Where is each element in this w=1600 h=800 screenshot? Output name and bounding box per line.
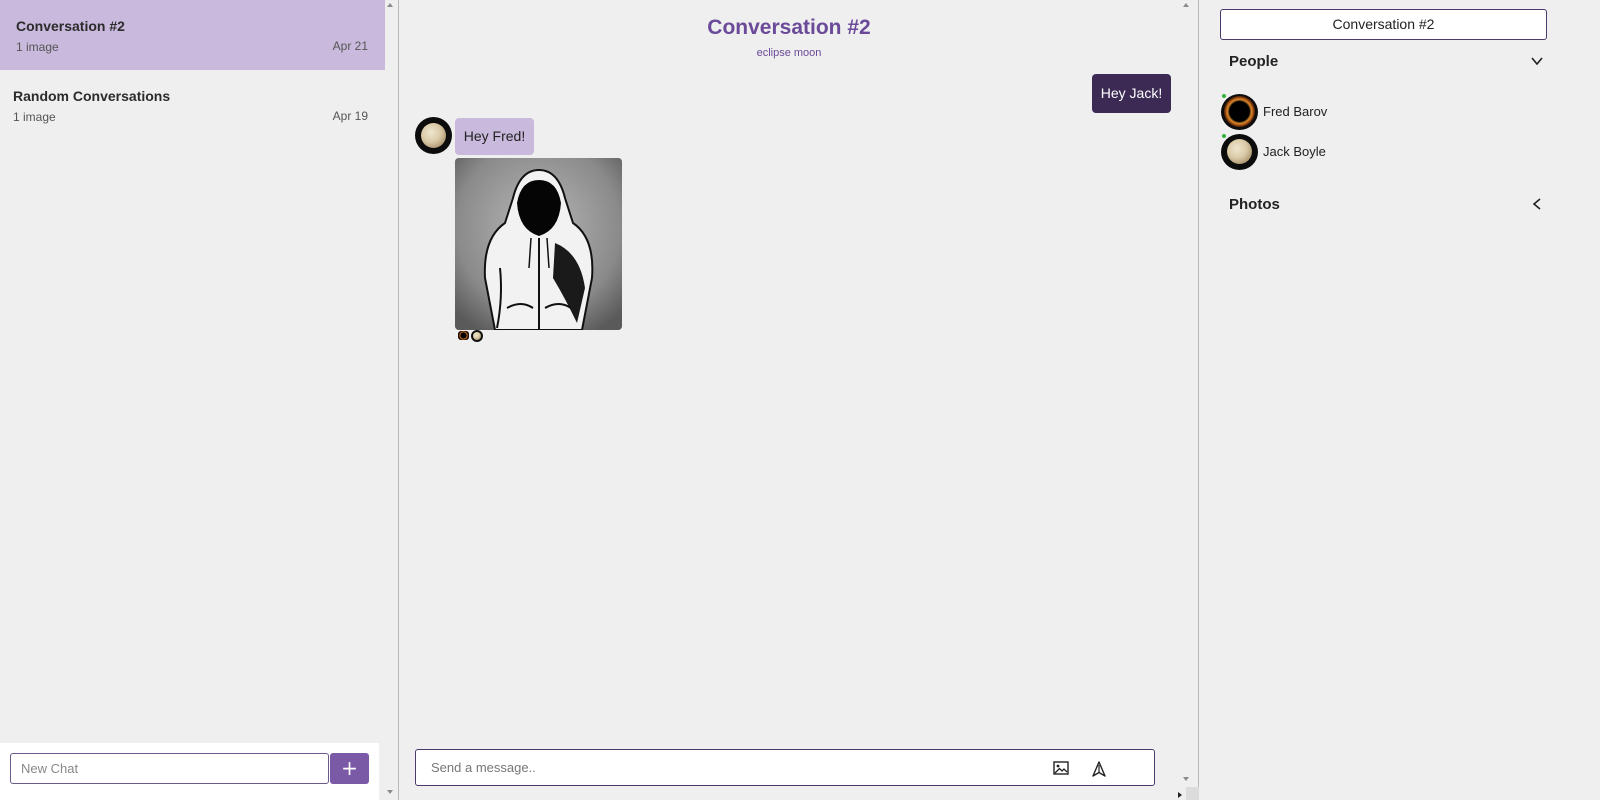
outgoing-message: Hey Jack! [1092,74,1171,113]
avatar [1221,94,1258,130]
sender-avatar[interactable] [415,117,452,154]
online-status-dot [1222,94,1226,98]
chevron-down-icon[interactable] [1530,54,1544,68]
moon-avatar-image [473,332,481,340]
send-icon[interactable] [1091,761,1107,777]
new-chat-bar: + [0,743,379,800]
seen-by-eclipse-avatar [458,331,469,340]
conversation-subtitle: 1 image [13,110,56,124]
conversation-title: Conversation #2 [16,18,125,34]
conversation-details-panel: Conversation #2 People Fred Barov Jack B… [1200,0,1600,800]
message-photo[interactable] [455,158,622,330]
new-chat-input[interactable] [10,753,329,784]
conversation-title: Random Conversations [13,88,171,104]
online-status-dot [1222,134,1226,138]
eclipse-avatar-image [1224,96,1255,127]
scrollbar-corner [1186,787,1199,800]
scroll-down-arrow-icon[interactable] [1183,777,1189,781]
incoming-message: Hey Fred! [455,118,534,155]
moon-avatar-image [1227,139,1252,164]
conversation-name-button[interactable]: Conversation #2 [1220,9,1547,40]
person-name: Jack Boyle [1263,144,1326,159]
chat-title: Conversation #2 [707,16,871,39]
image-attach-icon[interactable] [1053,761,1069,775]
conversation-subtitle: 1 image [16,40,59,54]
seen-by-moon-avatar [471,330,483,342]
scroll-up-arrow-icon[interactable] [387,3,393,7]
photos-section-heading[interactable]: Photos [1229,196,1280,213]
hooded-figure-image [455,158,622,330]
person-name: Fred Barov [1263,104,1328,119]
chevron-left-icon[interactable] [1530,197,1544,211]
avatar [1221,134,1258,170]
message-input[interactable] [416,750,1026,785]
conversation-date: Apr 19 [332,109,368,123]
person-jack-boyle[interactable]: Jack Boyle [1221,134,1421,172]
conversation-sidebar: Conversation #2 1 image Apr 21 Random Co… [0,0,399,800]
people-section-heading[interactable]: People [1229,53,1278,70]
conversation-item-random-conversations[interactable]: Random Conversations 1 image Apr 19 [0,70,385,140]
chat-subtitle: eclipse moon [756,47,822,59]
eclipse-avatar-image [459,331,468,340]
person-fred-barov[interactable]: Fred Barov [1221,94,1421,132]
message-composer [415,749,1155,786]
conversation-date: Apr 21 [332,39,368,53]
moon-avatar-image [421,123,446,148]
chat-panel: Conversation #2 eclipse moon Hey Jack! H… [400,0,1199,800]
new-chat-button[interactable]: + [330,753,369,784]
scroll-up-arrow-icon[interactable] [1183,3,1189,7]
scroll-down-arrow-icon[interactable] [387,790,393,794]
scroll-right-arrow-icon[interactable] [1178,792,1182,798]
conversation-item-conversation-2[interactable]: Conversation #2 1 image Apr 21 [0,0,385,70]
